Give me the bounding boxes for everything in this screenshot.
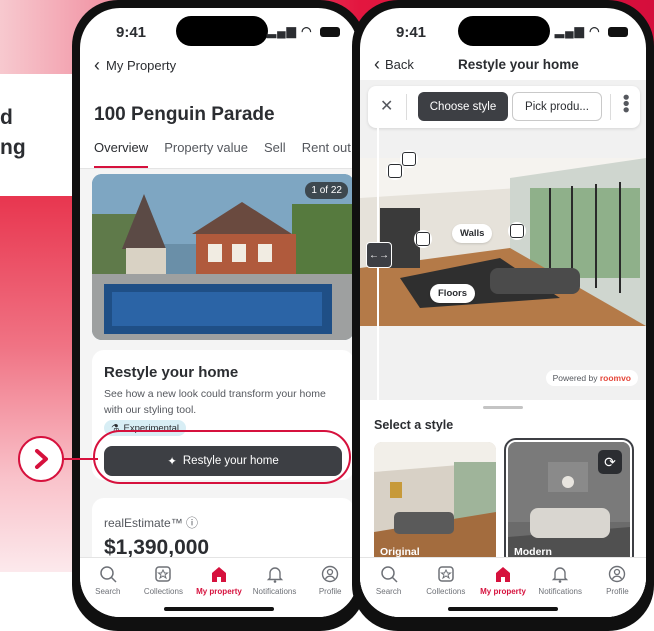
chevron-right-icon [35,449,48,469]
room-preview[interactable] [360,158,646,326]
nav-item-label: Collections [426,587,466,596]
callout-arrow [18,436,64,482]
phone-frame-property: 9:41 ▂▄▆ ◠ ‹ My Property 100 Penguin Par… [72,0,366,631]
background-heading-line2: ng [0,136,26,159]
nav-item-label: Profile [318,587,342,596]
restyle-card-description: See how a new look could transform your … [104,388,326,416]
nav-item-search[interactable]: Search [80,558,136,617]
back-label: My Property [106,58,177,73]
floors-label[interactable]: Floors [430,284,476,303]
sheet-title: Select a style [374,418,454,432]
style-toolbar: ✕ Choose style Pick produ... ••• [368,86,640,128]
toolbar-divider [610,94,611,120]
page-title: Restyle your home [458,57,579,72]
tab-rent-out[interactable]: Rent out [302,140,351,168]
property-screen: 9:41 ▂▄▆ ◠ ‹ My Property 100 Penguin Par… [80,8,358,617]
status-bar: 9:41 ▂▄▆ ◠ [360,8,646,48]
home-indicator [164,607,274,611]
hotspot-marker[interactable] [402,152,416,166]
back-button[interactable]: ‹ Back [374,54,414,74]
property-photo[interactable]: 1 of 22 [92,174,354,340]
background-heading-line1: d [0,106,13,129]
nav-item-label: Collections [143,587,183,596]
nav-item-label: Notifications [538,587,582,596]
back-button[interactable]: ‹ My Property [94,55,177,75]
nav-item-search[interactable]: Search [360,558,417,617]
tab-property-value[interactable]: Property value [164,140,248,168]
search-icon [380,564,398,584]
nav-item-profile[interactable]: Profile [302,558,358,617]
battery-icon [608,26,628,37]
restyle-screen: 9:41 ▂▄▆ ◠ ‹ Back Restyle your home ✕ Ch… [360,8,646,617]
close-icon[interactable]: ✕ [380,96,393,116]
powered-by-prefix: Powered by [552,373,600,383]
roomvo-logo: roomvo [599,373,631,383]
nav-item-label: Search [375,587,402,596]
nav-item-label: Profile [606,587,629,596]
signal-icon: ▂▄▆ [554,24,585,38]
property-tabs: Overview Property value Sell Rent out [94,140,358,168]
nav-item-label: Search [95,587,121,596]
collections-icon [154,564,172,584]
back-label: Back [385,57,414,72]
style-option-original[interactable]: Original [374,442,496,564]
nav-item-profile[interactable]: Profile [589,558,646,617]
hotspot-marker[interactable] [388,164,402,178]
wifi-icon: ◠ [589,24,601,38]
tab-sell[interactable]: Sell [264,140,286,168]
more-options-icon[interactable]: ••• [616,94,636,113]
phone-frame-restyle: 9:41 ▂▄▆ ◠ ‹ Back Restyle your home ✕ Ch… [352,0,654,631]
background-heading: d ng [0,103,26,163]
hotspot-marker[interactable] [510,224,524,238]
profile-icon [608,564,626,584]
toolbar-divider [406,94,407,120]
chevron-left-icon: ‹ [374,54,380,74]
page-title: 100 Penguin Parade [94,104,275,125]
house-icon [494,564,512,584]
nav-item-label: Notifications [252,587,297,596]
battery-icon [320,26,340,37]
signal-icon: ▂▄▆ [266,24,297,38]
sheet-drag-handle[interactable] [483,406,523,409]
choose-style-button[interactable]: Choose style [418,92,508,121]
restyle-card-title: Restyle your home [104,364,239,381]
nav-item-label: My property [196,587,242,596]
callout-highlight [93,430,351,484]
pick-product-button[interactable]: Pick produ... [512,92,602,121]
dynamic-island [176,16,268,46]
status-icons: ▂▄▆ ◠ [555,24,628,38]
search-icon [99,564,117,584]
style-option-modern[interactable]: ⟳ Modern [504,438,634,568]
profile-icon [321,564,339,584]
bell-icon [551,564,569,584]
dynamic-island [458,16,550,46]
status-bar: 9:41 ▂▄▆ ◠ [80,8,358,48]
powered-by-badge: Powered by roomvo [545,370,638,386]
house-icon [210,564,228,584]
image-counter: 1 of 22 [305,182,348,199]
chevron-left-icon: ‹ [94,55,100,75]
compare-slider-handle[interactable]: ←→ [366,242,392,268]
collections-icon [437,564,455,584]
nav-item-label: My property [480,587,526,596]
walls-label[interactable]: Walls [452,224,493,243]
estimate-label: realEstimate™ ⓘ [104,516,199,530]
status-time: 9:41 [396,24,427,41]
wifi-icon: ◠ [301,24,313,38]
refresh-icon[interactable]: ⟳ [598,450,622,474]
status-time: 9:41 [116,24,147,41]
status-icons: ▂▄▆ ◠ [267,24,340,38]
tab-overview[interactable]: Overview [94,140,149,168]
hotspot-marker[interactable] [416,232,430,246]
room-illustration [360,158,646,326]
bell-icon [266,564,284,584]
arrows-horizontal-icon: ←→ [369,249,389,261]
home-indicator [448,607,558,611]
